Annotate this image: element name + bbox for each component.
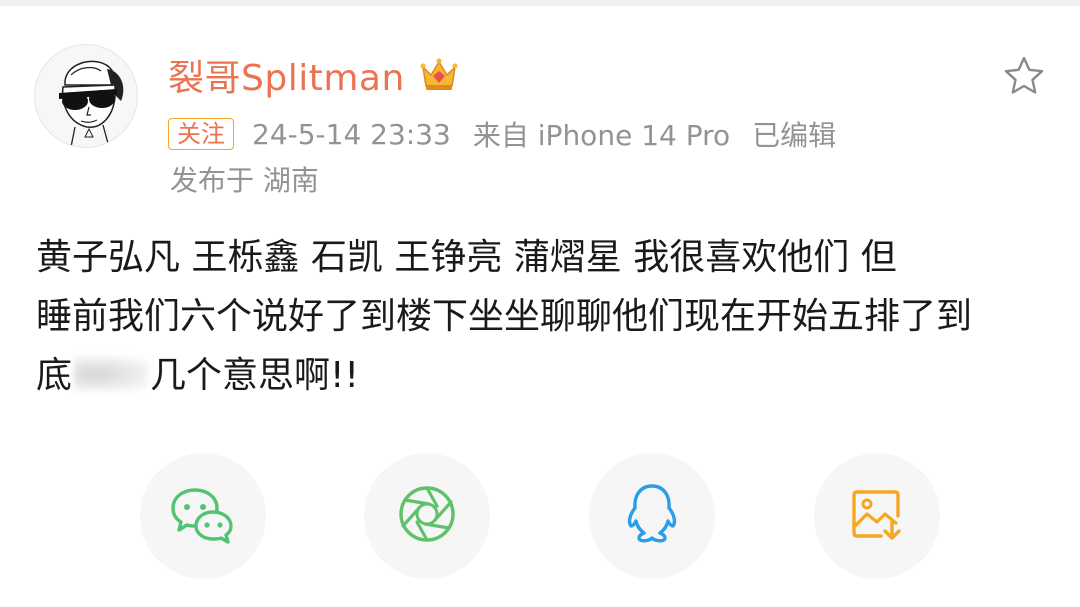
post-text-part2: 几个意思啊!!: [150, 355, 359, 396]
avatar[interactable]: [34, 44, 138, 148]
qq-icon: [622, 482, 682, 550]
follow-button[interactable]: 关注: [168, 118, 234, 150]
crown-icon: [419, 55, 459, 95]
username[interactable]: 裂哥Splitman: [168, 49, 405, 101]
post-content: 黄子弘凡 王栎鑫 石凯 王铮亮 蒲熠星 我很喜欢他们 但 睡前我们六个说好了到楼…: [36, 228, 1046, 405]
post-meta: 关注 24-5-14 23:33 来自 iPhone 14 Pro 已编辑: [168, 113, 836, 155]
timestamp: 24-5-14 23:33: [252, 117, 451, 151]
source-device: 来自 iPhone 14 Pro: [472, 119, 731, 152]
moments-icon: [395, 482, 459, 550]
star-icon[interactable]: [1002, 54, 1046, 98]
save-image-button[interactable]: [814, 453, 940, 579]
wechat-icon: [169, 480, 237, 552]
location: 发布于 湖南: [170, 164, 319, 197]
edited-label[interactable]: 已编辑: [752, 114, 836, 154]
share-qq-button[interactable]: [589, 453, 715, 579]
username-row: 裂哥Splitman: [168, 50, 459, 100]
top-divider: [0, 0, 1080, 6]
blurred-text: [74, 357, 149, 391]
share-wechat-button[interactable]: [140, 453, 266, 579]
share-bar: [0, 453, 1080, 583]
share-moments-button[interactable]: [364, 453, 490, 579]
save-image-icon: [847, 484, 907, 548]
